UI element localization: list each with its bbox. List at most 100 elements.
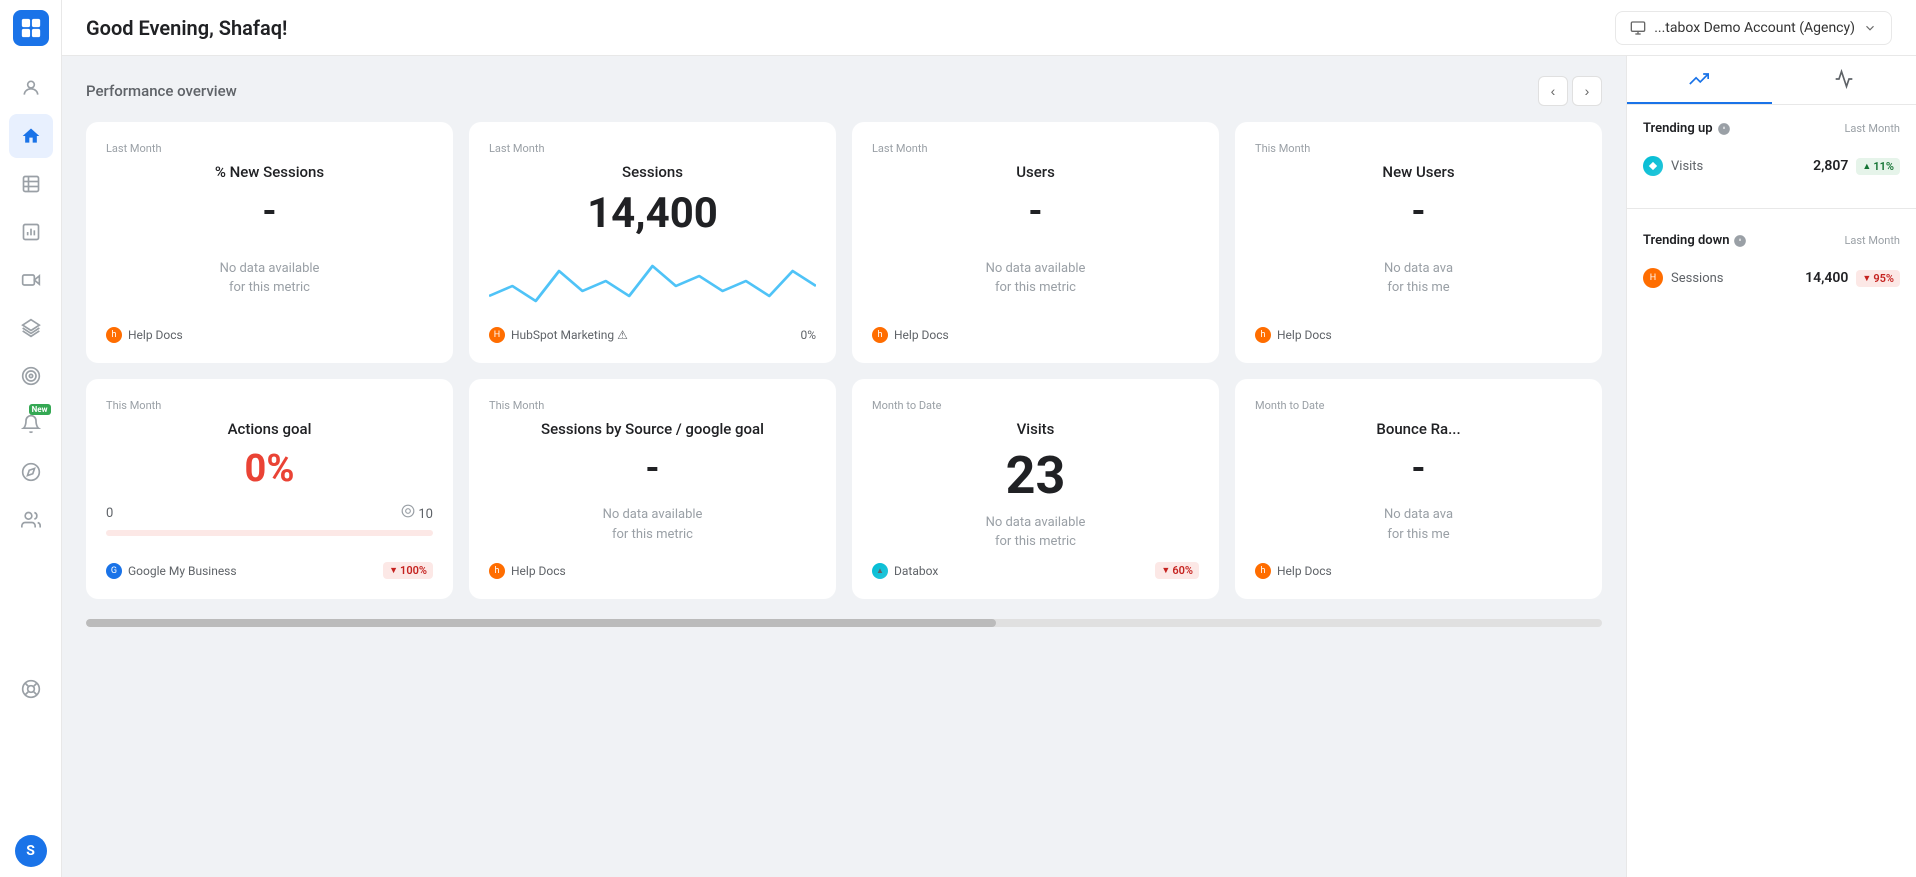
metric-value: 2,807 bbox=[1813, 158, 1848, 174]
sidebar-item-team[interactable] bbox=[9, 498, 53, 542]
source-label: Help Docs bbox=[1277, 328, 1332, 342]
user-avatar[interactable]: S bbox=[15, 835, 47, 867]
metric-right: 14,400 95% bbox=[1805, 270, 1900, 287]
card-period: Last Month bbox=[872, 142, 1199, 155]
source-icon: h bbox=[872, 327, 888, 343]
card-footer: h Help Docs bbox=[1255, 555, 1582, 579]
sidebar-item-layers[interactable] bbox=[9, 306, 53, 350]
cards-grid: Last Month % New Sessions - No data avai… bbox=[86, 122, 1602, 599]
trending-up-item: Visits 2,807 11% bbox=[1643, 148, 1900, 184]
source-label: HubSpot Marketing ⚠ bbox=[511, 328, 628, 342]
tab-trending[interactable] bbox=[1627, 56, 1772, 104]
card-value: - bbox=[1255, 450, 1582, 486]
card-no-data: No data availablefor this metric bbox=[872, 237, 1199, 319]
card-period: Last Month bbox=[106, 142, 433, 155]
performance-panel: Performance overview ‹ › Last Month % Ne… bbox=[62, 56, 1626, 877]
account-name: ...tabox Demo Account (Agency) bbox=[1654, 20, 1855, 36]
new-badge: New bbox=[29, 404, 51, 415]
card-source[interactable]: H HubSpot Marketing ⚠ bbox=[489, 327, 628, 343]
card-actions-goal: This Month Actions goal 0% 0 10 bbox=[86, 379, 453, 599]
scrollbar-thumb bbox=[86, 619, 996, 627]
sidebar-item-alerts[interactable]: New bbox=[9, 402, 53, 446]
sidebar-item-video[interactable] bbox=[9, 258, 53, 302]
trending-down-item: H Sessions 14,400 95% bbox=[1643, 260, 1900, 296]
card-no-data: No data availablefor this metric bbox=[489, 494, 816, 555]
card-footer: ▲ Databox 60% bbox=[872, 554, 1199, 579]
card-title: Visits bbox=[872, 420, 1199, 438]
card-value: - bbox=[489, 450, 816, 486]
performance-header: Performance overview ‹ › bbox=[86, 76, 1602, 106]
card-title: Users bbox=[872, 163, 1199, 181]
card-period: This Month bbox=[106, 399, 433, 412]
badge: 0% bbox=[800, 328, 816, 342]
card-period: Month to Date bbox=[872, 399, 1199, 412]
sidebar-item-goals[interactable] bbox=[9, 354, 53, 398]
card-value: - bbox=[1255, 193, 1582, 229]
sidebar-item-reports[interactable] bbox=[9, 210, 53, 254]
header: Good Evening, Shafaq! ...tabox Demo Acco… bbox=[62, 0, 1916, 56]
card-no-data: No data avafor this me bbox=[1255, 237, 1582, 319]
card-period: Last Month bbox=[489, 142, 816, 155]
nav-prev-button[interactable]: ‹ bbox=[1538, 76, 1568, 106]
performance-title: Performance overview bbox=[86, 82, 237, 100]
card-title: Bounce Ra... bbox=[1255, 420, 1582, 438]
section-title: Trending down bbox=[1643, 233, 1747, 248]
sidebar-item-home[interactable] bbox=[9, 114, 53, 158]
tab-activity[interactable] bbox=[1772, 56, 1916, 104]
card-source[interactable]: h Help Docs bbox=[106, 327, 183, 343]
card-footer: H HubSpot Marketing ⚠ 0% bbox=[489, 319, 816, 343]
nav-buttons: ‹ › bbox=[1538, 76, 1602, 106]
card-source[interactable]: ▲ Databox bbox=[872, 563, 938, 579]
sidebar-item-numbers[interactable] bbox=[9, 162, 53, 206]
card-value: 14,400 bbox=[489, 193, 816, 235]
card-title: % New Sessions bbox=[106, 163, 433, 181]
card-visits: Month to Date Visits 23 No data availabl… bbox=[852, 379, 1219, 599]
card-source[interactable]: h Help Docs bbox=[489, 563, 566, 579]
metric-left: Visits bbox=[1643, 156, 1703, 176]
source-icon: G bbox=[106, 563, 122, 579]
main-content: Good Evening, Shafaq! ...tabox Demo Acco… bbox=[62, 0, 1916, 877]
activity-icon bbox=[1834, 69, 1854, 89]
app-logo[interactable] bbox=[13, 10, 49, 46]
goal-bar bbox=[106, 530, 433, 536]
metric-value: 14,400 bbox=[1805, 270, 1848, 286]
card-footer: h Help Docs bbox=[106, 319, 433, 343]
card-value: 0% bbox=[106, 450, 433, 488]
trending-icon bbox=[1689, 69, 1709, 89]
source-icon: ▲ bbox=[872, 563, 888, 579]
card-source[interactable]: h Help Docs bbox=[1255, 563, 1332, 579]
card-source[interactable]: h Help Docs bbox=[1255, 327, 1332, 343]
sidebar: New S bbox=[0, 0, 62, 877]
right-sidebar: Trending up Last Month Visits 2,807 1 bbox=[1626, 56, 1916, 877]
source-label: Help Docs bbox=[128, 328, 183, 342]
sidebar-item-user[interactable] bbox=[9, 66, 53, 110]
account-selector[interactable]: ...tabox Demo Account (Agency) bbox=[1615, 11, 1892, 45]
card-no-data: No data availablefor this metric bbox=[872, 510, 1199, 554]
goal-numbers: 0 10 bbox=[106, 504, 433, 522]
nav-next-button[interactable]: › bbox=[1572, 76, 1602, 106]
card-title: Actions goal bbox=[106, 420, 433, 438]
card-title: Sessions bbox=[489, 163, 816, 181]
scrollbar[interactable] bbox=[86, 619, 1602, 627]
sidebar-item-support[interactable] bbox=[9, 667, 53, 711]
sidebar-item-compass[interactable] bbox=[9, 450, 53, 494]
section-title: Trending up bbox=[1643, 121, 1731, 136]
card-footer: h Help Docs bbox=[872, 319, 1199, 343]
card-period: This Month bbox=[489, 399, 816, 412]
info-icon bbox=[1733, 234, 1747, 248]
metric-label: Sessions bbox=[1671, 271, 1724, 286]
card-source[interactable]: G Google My Business bbox=[106, 563, 237, 579]
trending-down-section: Trending down Last Month H Sessions 14,4… bbox=[1627, 217, 1916, 312]
card-users: Last Month Users - No data availablefor … bbox=[852, 122, 1219, 363]
goal-target: 10 bbox=[401, 504, 433, 522]
metric-left: H Sessions bbox=[1643, 268, 1724, 288]
card-new-users: This Month New Users - No data avafor th… bbox=[1235, 122, 1602, 363]
source-label: Help Docs bbox=[511, 564, 566, 578]
card-bounce-rate: Month to Date Bounce Ra... - No data ava… bbox=[1235, 379, 1602, 599]
card-source[interactable]: h Help Docs bbox=[872, 327, 949, 343]
card-footer: G Google My Business 100% bbox=[106, 554, 433, 579]
card-period: This Month bbox=[1255, 142, 1582, 155]
source-label: Help Docs bbox=[1277, 564, 1332, 578]
section-period: Last Month bbox=[1844, 122, 1900, 135]
chevron-down-icon bbox=[1863, 21, 1877, 35]
